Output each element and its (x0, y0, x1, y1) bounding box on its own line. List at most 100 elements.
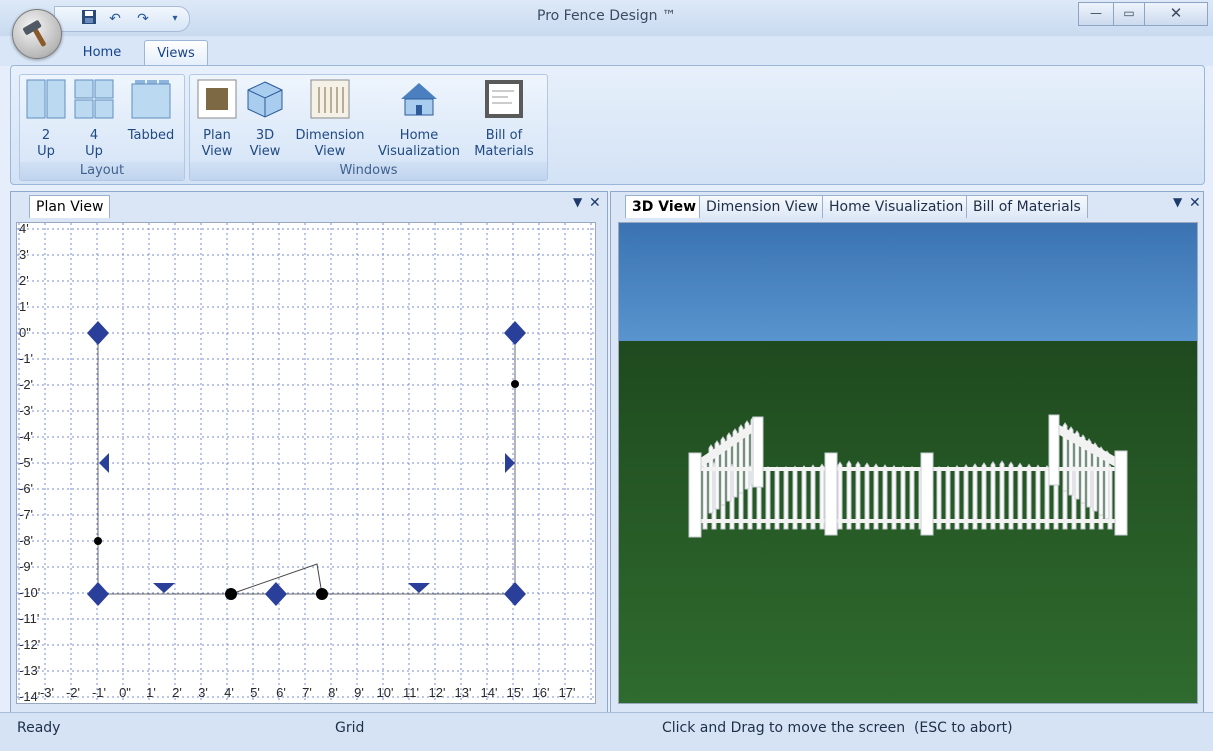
four-up-line1: 4 (89, 128, 99, 143)
side-arrow-handle[interactable] (99, 453, 109, 473)
y-axis-tick-label: -4' (19, 429, 33, 444)
windows-group-label: Windows (190, 162, 547, 180)
bill-of-materials-button[interactable]: Bill of Materials (472, 79, 536, 160)
hammer-icon (23, 20, 46, 47)
tab-home[interactable]: Home (68, 40, 136, 66)
pane-close-icon[interactable]: ✕ (589, 195, 601, 211)
side-arrow-handle[interactable] (408, 583, 430, 593)
undo-icon[interactable]: ↶ (105, 9, 125, 29)
x-axis-tick-label: 0" (119, 685, 131, 700)
y-axis-tick-label: 0" (19, 325, 31, 340)
pane-dropdown-icon[interactable]: ▼ (1173, 195, 1182, 209)
pane-close-icon[interactable]: ✕ (1189, 195, 1201, 211)
x-axis-tick-label: 9' (354, 685, 364, 700)
dimension-view-button[interactable]: Dimension View (294, 79, 366, 160)
windows-group: Plan View 3D View Dimension View Home Vi… (189, 74, 548, 181)
3d-view-button[interactable]: 3D View (244, 79, 286, 160)
fence-picket (999, 460, 1005, 530)
fence-node[interactable] (511, 380, 519, 388)
fence-node[interactable] (94, 537, 102, 545)
y-axis-tick-label: 3' (19, 247, 29, 262)
y-axis-tick-label: -2' (19, 377, 33, 392)
dimension-view-line2: View (314, 144, 346, 159)
sky (619, 223, 1197, 343)
x-axis-tick-label: 15' (507, 685, 524, 700)
home-visualization-button[interactable]: Home Visualization (376, 79, 462, 160)
dimension-view-icon (310, 79, 350, 119)
3d-view-line2: View (249, 144, 281, 159)
fence-picket (702, 460, 708, 530)
quick-access-toolbar: ↶ ↷ ▾ (54, 6, 190, 32)
corner-post-handle[interactable] (504, 321, 526, 345)
x-axis-tick-label: 1' (146, 685, 156, 700)
y-axis-tick-label: -6' (19, 481, 33, 496)
x-axis-tick-label: 2' (172, 685, 182, 700)
corner-post-handle[interactable] (87, 582, 109, 606)
plan-grid-canvas[interactable]: 4' 3' 2' 1' 0" -1' -2' -3' -4' -5' -6' -7' -8' -9' -10… (16, 222, 596, 704)
3d-viewport[interactable] (618, 222, 1198, 704)
y-axis-tick-label: -9' (19, 559, 33, 574)
corner-post-handle[interactable] (504, 582, 526, 606)
two-up-line1: 2 (41, 128, 51, 143)
tab-dimension-view[interactable]: Dimension View (699, 195, 826, 218)
tab-3d-view[interactable]: 3D View (625, 195, 704, 218)
application-menu-button[interactable] (12, 9, 62, 59)
plan-view-line2: View (201, 144, 233, 159)
minimize-button[interactable]: — (1078, 2, 1114, 26)
y-axis-tick-label: -11' (19, 611, 39, 626)
fence-post (824, 452, 838, 536)
fence-picket (837, 461, 843, 530)
x-axis-tick-label: 16' (533, 685, 550, 700)
fence-picket (855, 461, 861, 530)
bill-of-materials-icon (485, 80, 523, 118)
tab-home-visualization[interactable]: Home Visualization (822, 195, 971, 218)
save-icon[interactable] (79, 9, 99, 29)
tabbed-line1: Tabbed (127, 128, 175, 143)
x-axis-tick-label: 3' (198, 685, 208, 700)
pane-dropdown-icon[interactable]: ▼ (573, 195, 582, 209)
tab-plan-view[interactable]: Plan View (29, 195, 111, 218)
y-axis-tick-label: 2' (19, 273, 29, 288)
tab-views[interactable]: Views (144, 40, 208, 67)
x-axis-tick-label: 7' (302, 685, 312, 700)
3d-view-line1: 3D (255, 128, 275, 143)
x-axis-tick-label: 10' (377, 685, 394, 700)
customize-dropdown-icon[interactable]: ▾ (165, 9, 185, 29)
plan-view-button[interactable]: Plan View (196, 79, 238, 160)
status-bar: Ready Grid Click and Drag to move the sc… (0, 712, 1213, 751)
plan-view-icon (197, 79, 237, 119)
corner-post-handle[interactable] (87, 321, 109, 345)
maximize-button[interactable]: ▭ (1113, 2, 1145, 26)
status-hint: Click and Drag to move the screen (ESC t… (662, 720, 1013, 736)
plan-view-line1: Plan (203, 128, 231, 143)
y-axis-tick-label: -1' (19, 351, 33, 366)
plan-grid-svg: 4' 3' 2' 1' 0" -1' -2' -3' -4' -5' -6' -7' -8' -9' -10… (17, 223, 595, 703)
x-axis-tick-label: 14' (481, 685, 498, 700)
two-up-button[interactable]: 2 Up (26, 79, 66, 160)
x-axis-tick-label: -2' (66, 685, 80, 700)
gate-hinge-node[interactable] (316, 588, 328, 600)
fence-post (920, 452, 934, 536)
ribbon-tab-row: Home Views (0, 36, 1213, 67)
y-axis-tick-label: 1' (19, 299, 29, 314)
close-button[interactable]: ✕ (1144, 2, 1208, 26)
four-up-layout-icon (74, 79, 114, 119)
x-axis-tick-label: 17' (559, 685, 576, 700)
redo-icon[interactable]: ↷ (133, 9, 153, 29)
tab-bill-of-materials[interactable]: Bill of Materials (966, 195, 1088, 218)
layout-group: 2 Up 4 Up Tabbed Layout (19, 74, 185, 181)
x-axis-tick-label: -1' (92, 685, 106, 700)
x-axis-tick-label: 13' (455, 685, 472, 700)
tabbed-button[interactable]: Tabbed (124, 79, 178, 144)
four-up-button[interactable]: 4 Up (74, 79, 114, 160)
fence-post (1114, 450, 1128, 536)
gate-post-handle[interactable] (265, 582, 287, 606)
x-axis-tick-label: 11' (403, 685, 419, 700)
gate-hinge-node[interactable] (225, 588, 237, 600)
status-grid: Grid (335, 720, 365, 736)
3d-cube-icon (247, 81, 283, 118)
x-axis-tick-label: 8' (328, 685, 338, 700)
tabbed-layout-icon (131, 80, 171, 119)
ribbon: 2 Up 4 Up Tabbed Layout Plan View 3D Vie… (10, 65, 1205, 185)
side-arrow-handle[interactable] (153, 583, 175, 593)
